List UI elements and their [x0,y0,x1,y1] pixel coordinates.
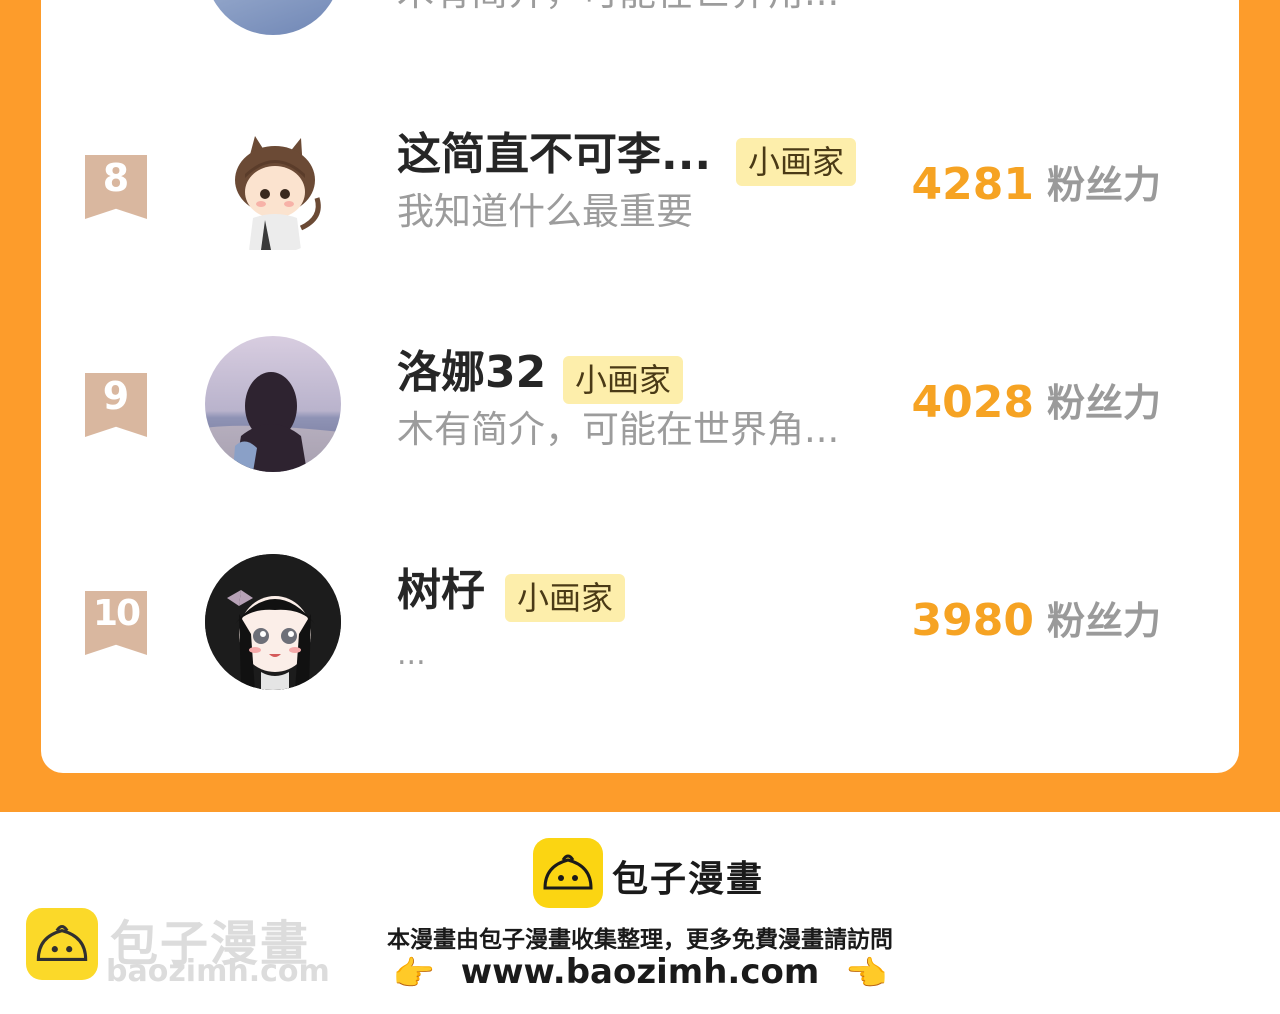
rank-ribbon: 8 [85,155,147,219]
user-desc: 我知道什么最重要 [397,190,693,233]
rank-ribbon: 10 [85,591,147,655]
fan-power-score: 4028 [911,377,1034,428]
ranking-row-9[interactable]: 9 洛娜32 小画家 木有简介，可能在世界角... 4028 粉丝力 [0,318,1280,518]
ranking-row-8[interactable]: 8 这简直不可李... 小画家 我知道什么最重要 4281 粉丝力 [0,100,1280,300]
fan-power-label: 粉丝力 [1047,381,1162,425]
painter-badge: 小画家 [736,138,857,186]
rank-ribbon: 9 [85,373,147,437]
fan-power-score: 3980 [911,595,1034,646]
user-name[interactable]: 树杍 [397,564,485,618]
footer-brand: 包子漫畫 [612,859,765,900]
anime-girl-bow-avatar[interactable] [205,554,341,690]
baozi-logo-icon [533,838,603,908]
partial-row-desc: 木有简介，可能在世界角... [397,0,839,16]
user-name[interactable]: 洛娜32 [397,346,546,400]
pointing-right-icon: 👉 [392,953,435,994]
ranking-row-10[interactable]: 10 树杍 小画家 ... 3980 粉丝力 [0,536,1280,736]
painter-badge: 小画家 [505,574,626,622]
user-desc: ... [397,637,426,672]
fan-power-label: 粉丝力 [1047,163,1162,207]
user-desc: 木有简介，可能在世界角... [397,408,840,451]
footer-url-link[interactable]: www.baozimh.com [461,952,820,992]
fan-power-score: 4281 [911,159,1034,210]
user-name[interactable]: 这简直不可李... [397,128,711,182]
watermark-url: baozimh.com [106,954,330,989]
girl-at-beach-avatar[interactable] [205,336,341,472]
pointing-left-icon: 👈 [845,953,888,994]
watermark-logo-icon [26,908,98,980]
fan-power-label: 粉丝力 [1047,599,1162,643]
painter-badge: 小画家 [563,356,684,404]
chibi-cat-boy-avatar[interactable] [205,118,341,254]
